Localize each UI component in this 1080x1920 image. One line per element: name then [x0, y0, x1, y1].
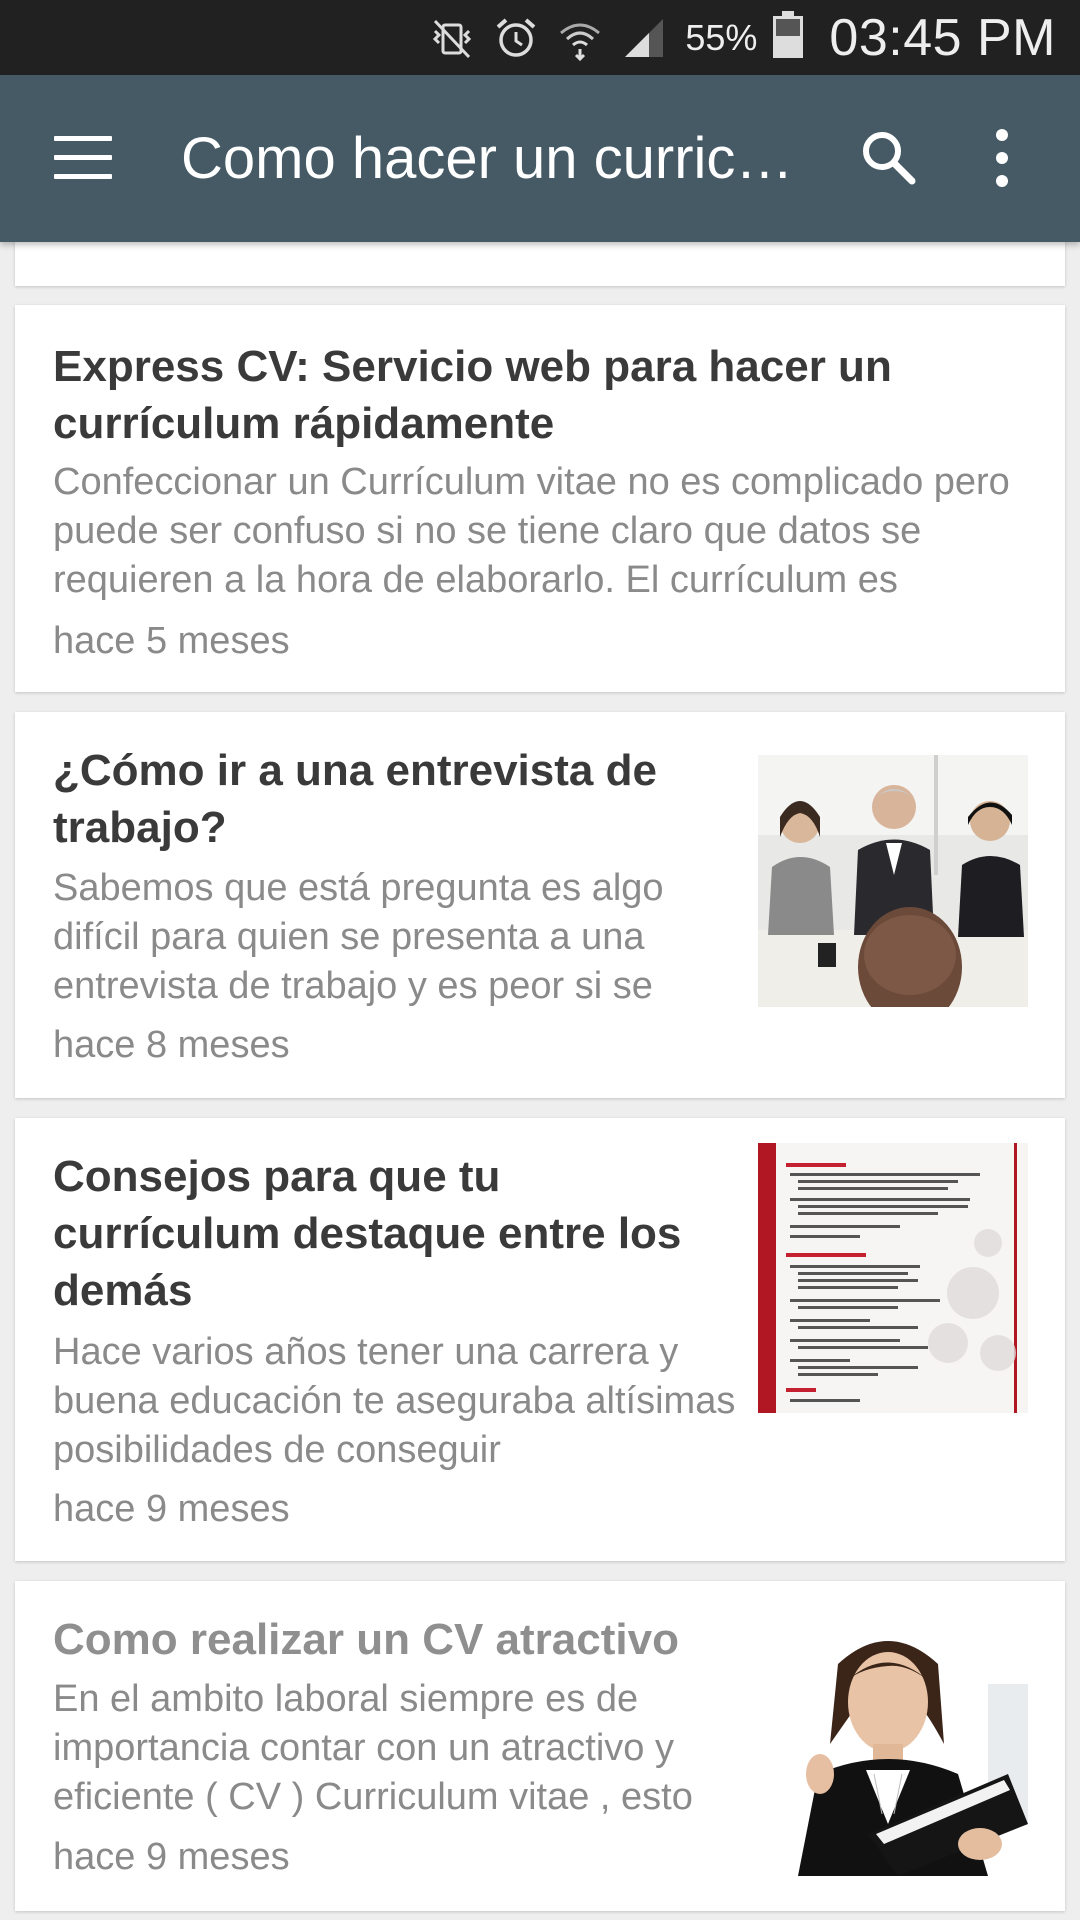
- article-title: Express CV: Servicio web para hacer un c…: [53, 342, 892, 448]
- search-icon[interactable]: [858, 127, 920, 189]
- article-title: Consejos para que tu currículum destaque…: [53, 1152, 682, 1315]
- menu-icon[interactable]: [54, 136, 112, 180]
- article-card[interactable]: Como realizar un CV atractivo En el ambi…: [15, 1581, 1065, 1911]
- battery-icon: [771, 11, 805, 64]
- article-summary: Confeccionar un Currículum vitae no es c…: [53, 461, 1010, 601]
- article-card[interactable]: Express CV: Servicio web para hacer un c…: [15, 305, 1065, 692]
- app-bar: Como hacer un curric…: [0, 75, 1080, 242]
- article-summary: Sabemos que está pregunta es algo difíci…: [53, 867, 664, 1007]
- resume-document[interactable]: [758, 1143, 1028, 1413]
- wifi-icon: [555, 13, 605, 63]
- article-summary: En el ambito laboral siempre es de impor…: [53, 1678, 693, 1818]
- battery-percentage: 55%: [685, 16, 758, 58]
- status-bar: 55% 03:45 PM: [0, 0, 1080, 75]
- alarm-icon: [491, 13, 541, 63]
- app-title: Como hacer un curric…: [181, 127, 794, 191]
- article-time: hace 9 meses: [53, 1488, 290, 1530]
- article-time: hace 8 meses: [53, 1024, 290, 1066]
- vibrate-mute-icon: [427, 13, 477, 63]
- more-vert-icon[interactable]: [996, 127, 1010, 189]
- interview-photo[interactable]: [758, 755, 1028, 1007]
- article-feed: hace 5 meses Express CV: Servicio web pa…: [0, 0, 1080, 1920]
- article-title: ¿Cómo ir a una entrevista de trabajo?: [53, 746, 657, 852]
- signal-icon: [619, 13, 669, 63]
- woman-reading-folder[interactable]: [758, 1624, 1028, 1876]
- article-summary: Hace varios años tener una carrera y bue…: [53, 1331, 736, 1471]
- article-time: hace 9 meses: [53, 1836, 290, 1878]
- status-clock: 03:45 PM: [829, 8, 1056, 67]
- article-card[interactable]: Consejos para que tu currículum destaque…: [15, 1118, 1065, 1561]
- article-card[interactable]: ¿Cómo ir a una entrevista de trabajo? Sa…: [15, 712, 1065, 1098]
- article-time: hace 5 meses: [53, 620, 290, 662]
- article-title: Como realizar un CV atractivo: [53, 1615, 679, 1664]
